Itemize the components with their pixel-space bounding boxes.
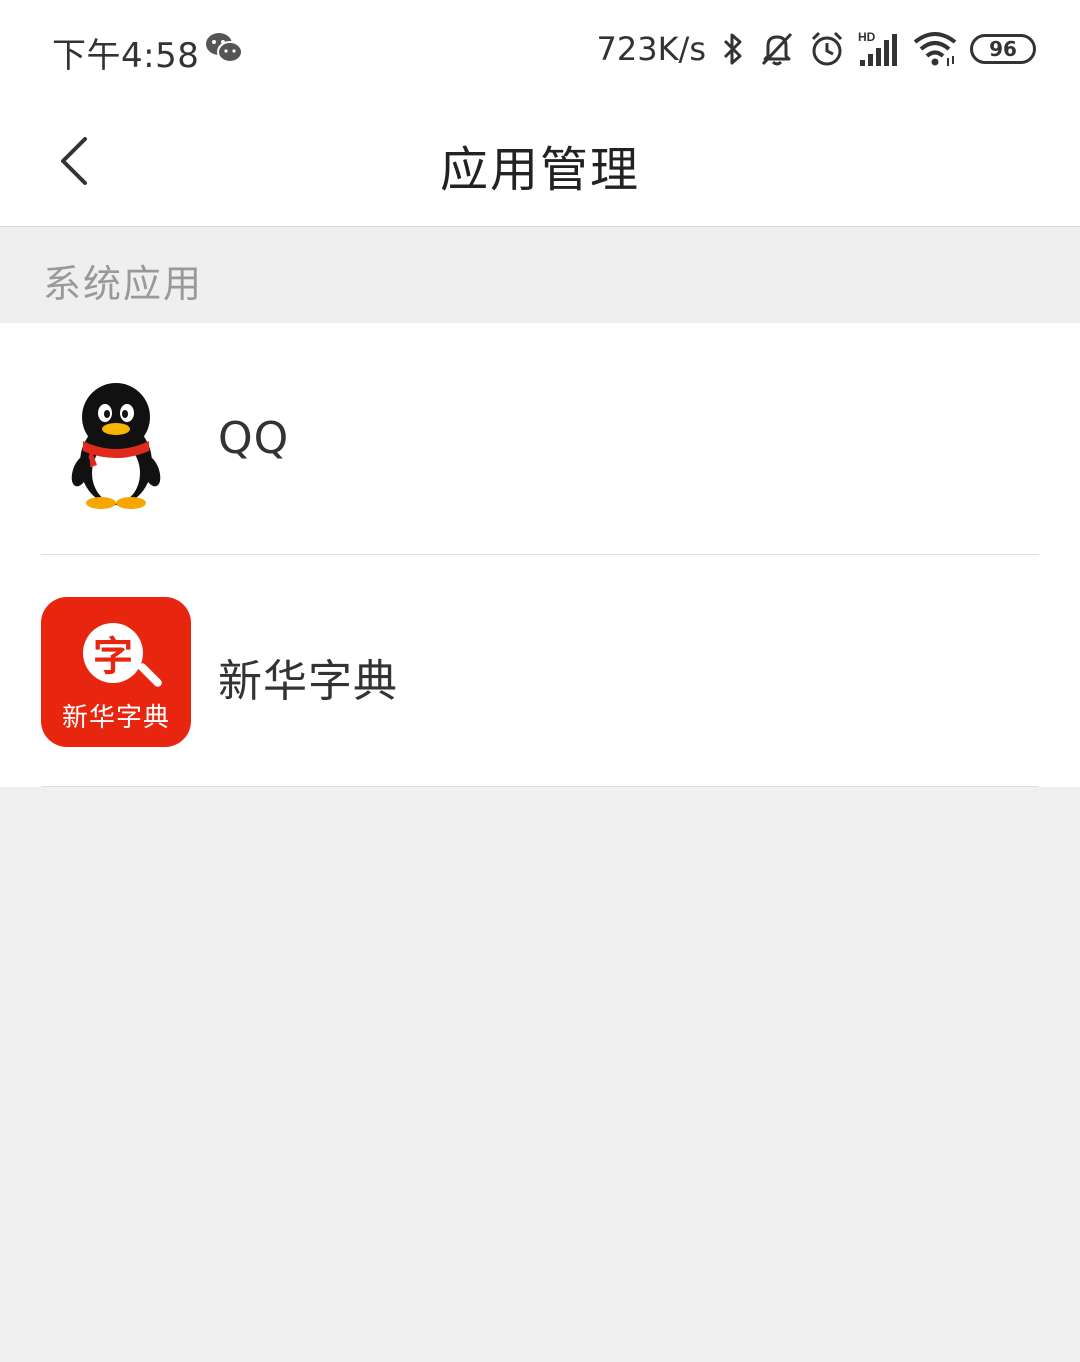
app-item-xinhua-dictionary[interactable]: 字 新华字典 新华字典	[0, 555, 1080, 787]
section-header: 系统应用	[0, 227, 1080, 323]
divider	[41, 786, 1039, 787]
bluetooth-icon	[723, 33, 742, 65]
mute-bell-icon	[761, 32, 793, 66]
magnifier-handle	[136, 661, 164, 689]
hd-signal-icon: HD	[858, 30, 897, 66]
app-item-qq[interactable]: QQ	[0, 323, 1080, 555]
status-right-group: 723K/s HD 96	[596, 24, 1036, 74]
battery-icon: 96	[970, 34, 1036, 64]
app-name: QQ	[218, 413, 290, 464]
svg-text:HD: HD	[858, 30, 876, 44]
alarm-icon	[811, 31, 843, 66]
qq-penguin-icon	[71, 383, 161, 509]
title-bar: 应用管理	[0, 96, 1080, 227]
wechat-icon	[206, 33, 243, 63]
network-speed: 723K/s	[596, 30, 706, 68]
battery-level: 96	[989, 37, 1017, 61]
icon-label: 新华字典	[61, 703, 170, 733]
wifi-icon	[913, 32, 957, 66]
status-bar: 下午4:58 723K/s HD 96	[0, 0, 1080, 96]
xinhua-dictionary-icon: 字 新华字典	[41, 597, 191, 747]
magnifier-glyph: 字	[83, 623, 143, 683]
page-title: 应用管理	[439, 142, 640, 198]
app-list: QQ 字 新华字典 新华字典	[0, 323, 1080, 787]
status-time: 下午4:58	[52, 36, 200, 76]
section-label: 系统应用	[43, 262, 204, 306]
app-name: 新华字典	[218, 656, 398, 707]
